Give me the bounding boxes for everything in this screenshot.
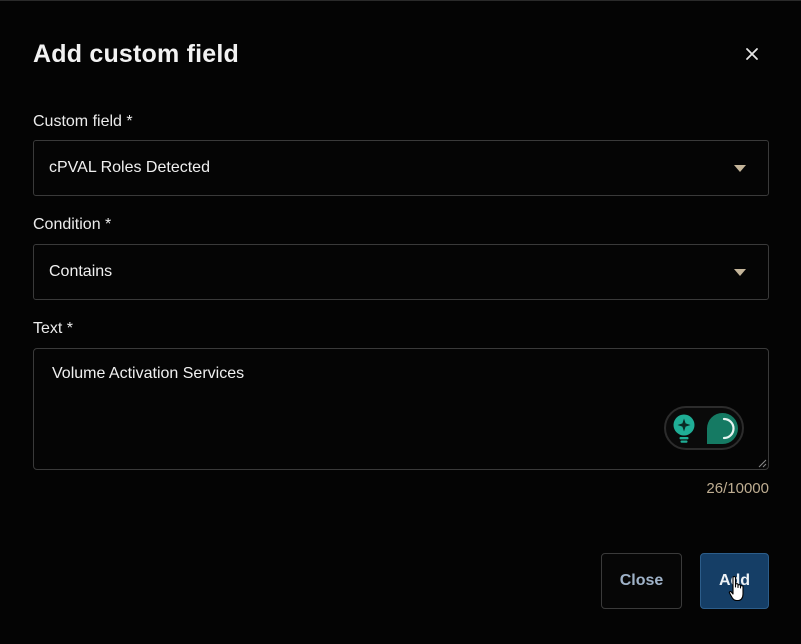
close-icon[interactable] — [740, 42, 764, 66]
add-button[interactable]: Add — [700, 553, 769, 609]
add-custom-field-dialog: Add custom field Custom field * cPVAL Ro… — [0, 0, 801, 644]
custom-field-label: Custom field * — [33, 113, 133, 130]
text-label: Text * — [33, 320, 74, 337]
character-counter: 26/10000 — [706, 480, 769, 497]
custom-field-value: cPVAL Roles Detected — [49, 159, 210, 176]
close-button[interactable]: Close — [601, 553, 682, 609]
caret-down-icon — [734, 269, 746, 276]
text-input-value: Volume Activation Services — [52, 365, 245, 382]
text-input[interactable]: Volume Activation Services — [33, 348, 769, 470]
custom-field-select[interactable]: cPVAL Roles Detected — [33, 140, 769, 196]
lightbulb-sparkle-icon[interactable] — [672, 414, 696, 444]
condition-value: Contains — [49, 263, 113, 280]
close-x-glyph — [746, 48, 758, 60]
caret-down-icon — [734, 165, 746, 172]
condition-select[interactable]: Contains — [33, 244, 769, 300]
chat-bubble-icon[interactable] — [706, 412, 739, 445]
dialog-title: Add custom field — [33, 40, 239, 68]
writing-assistant-widget — [664, 406, 744, 450]
condition-label: Condition * — [33, 216, 112, 233]
resize-handle-icon[interactable] — [758, 459, 767, 468]
